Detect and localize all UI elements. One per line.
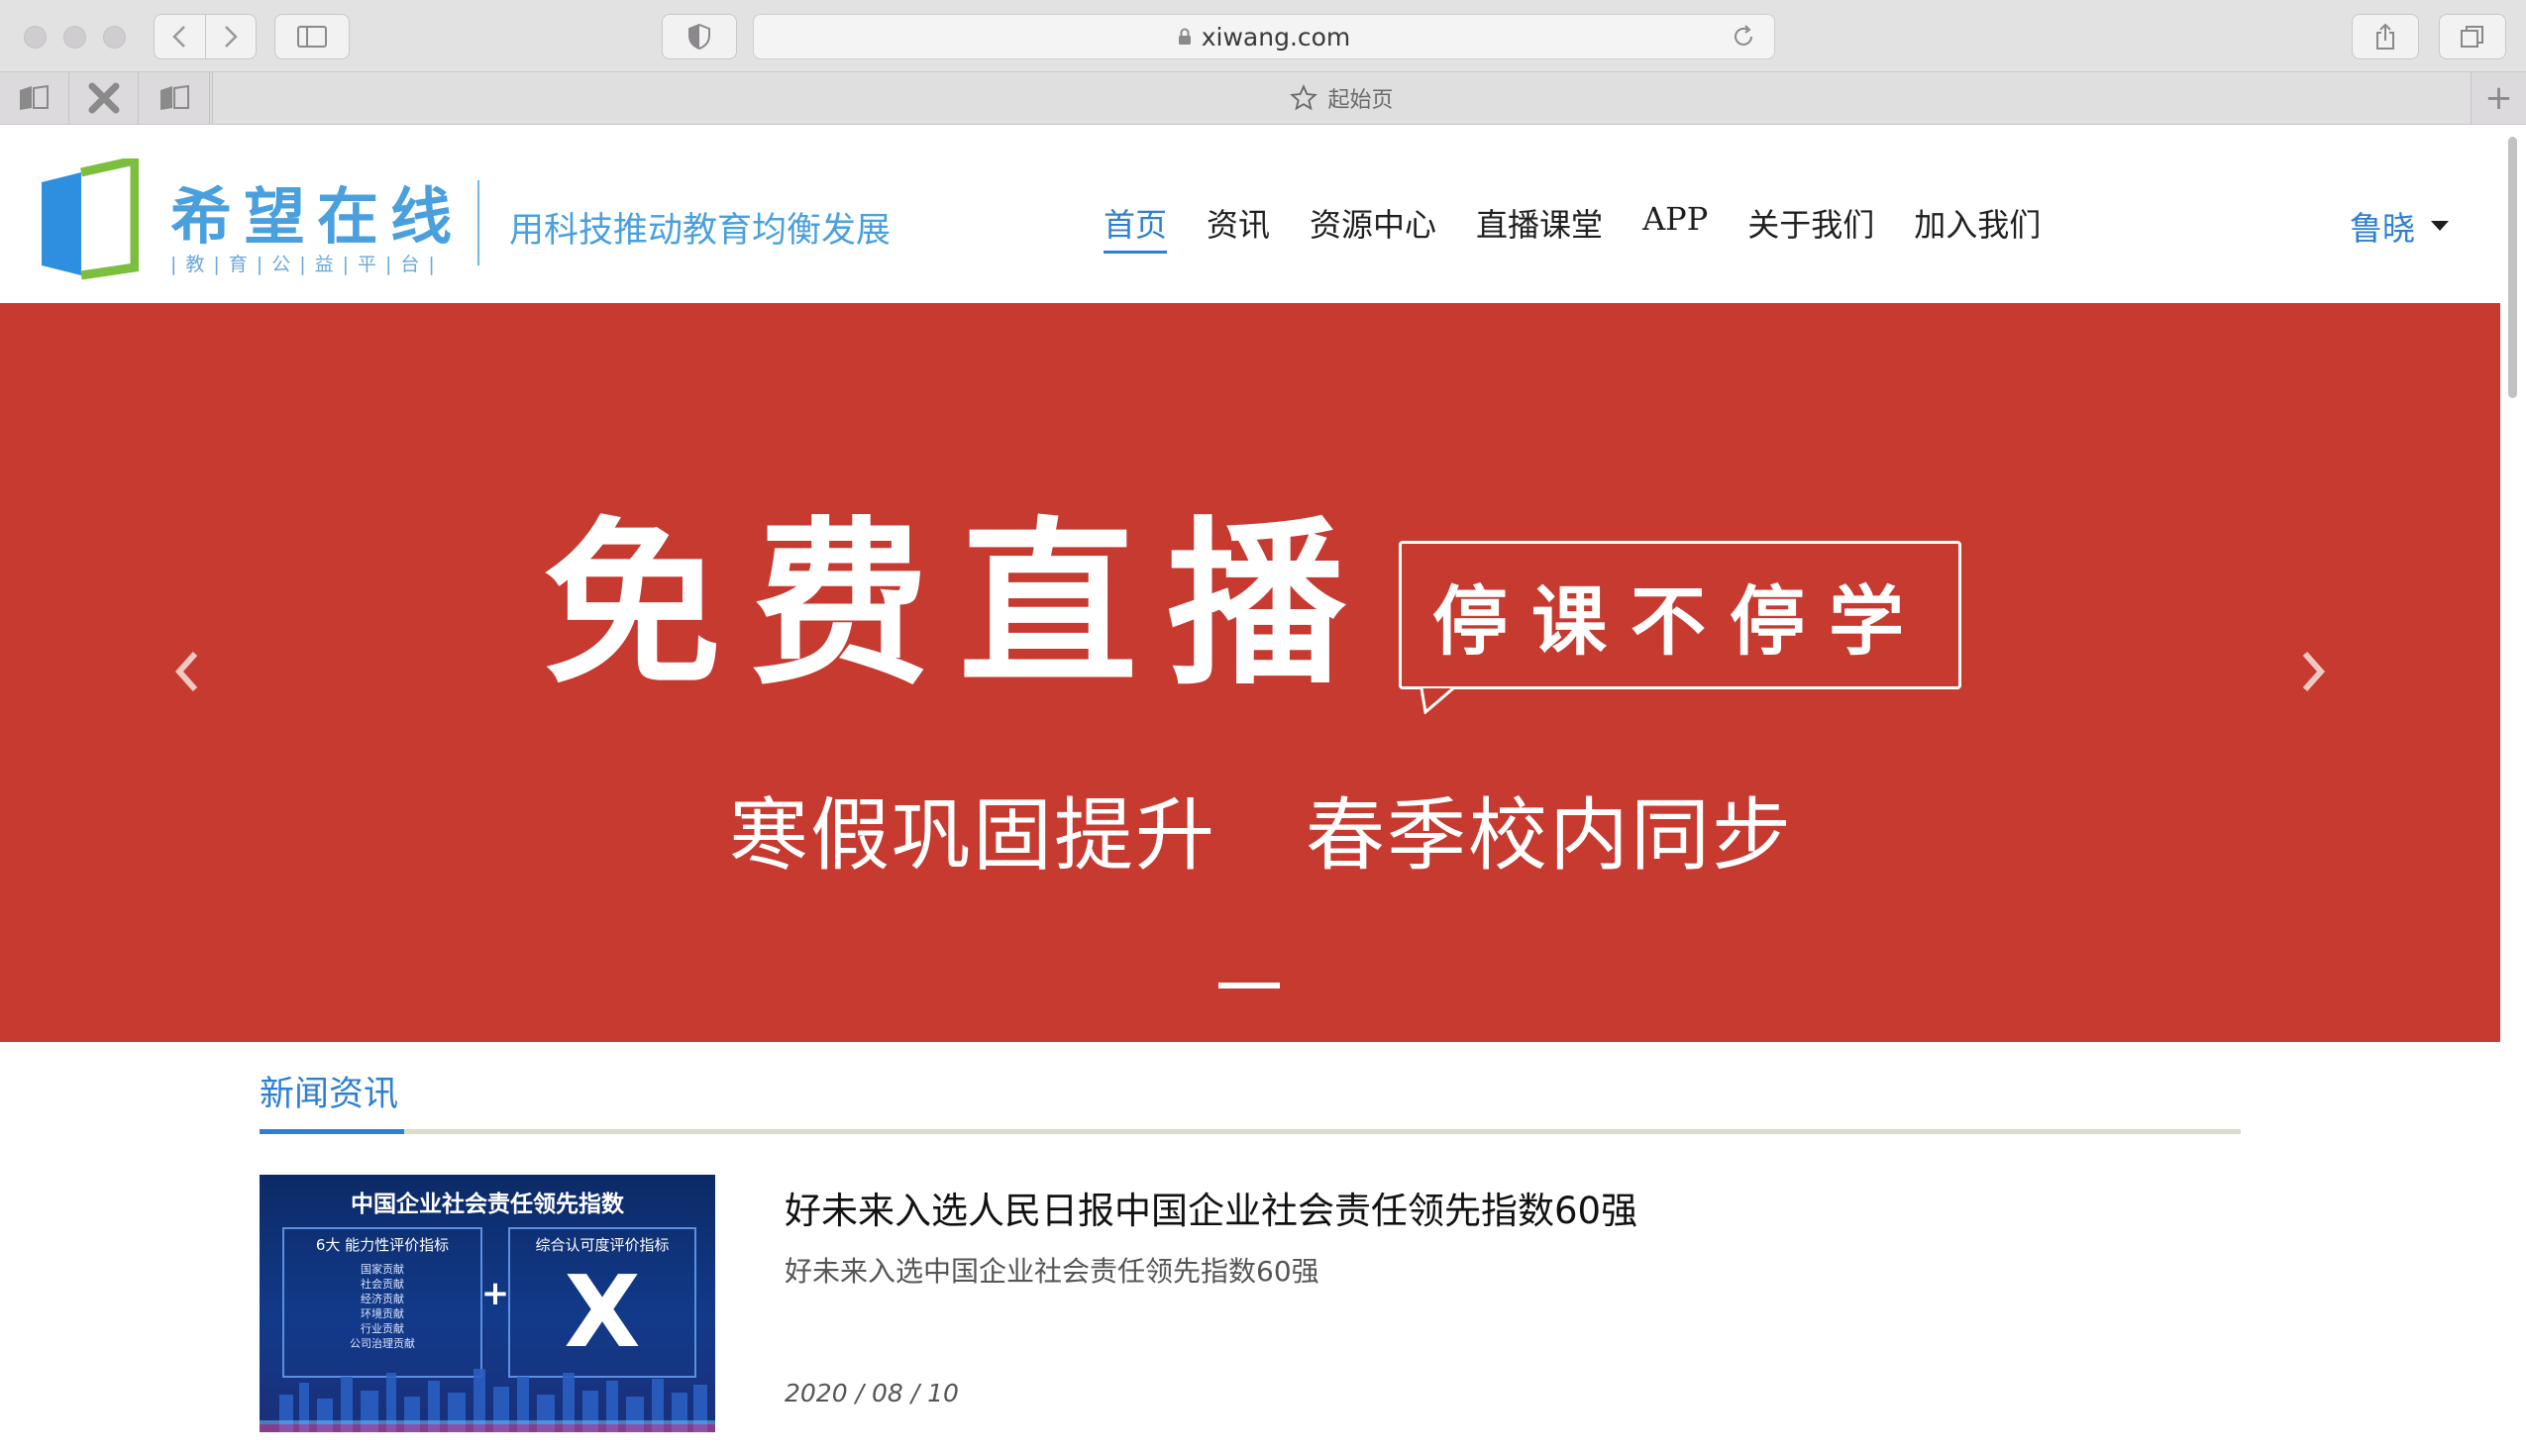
browser-toolbar: xiwang.com [0, 0, 2526, 72]
thumb-metric-item: 国家贡献 [361, 1263, 404, 1276]
x-logo-icon [88, 82, 119, 114]
back-button[interactable] [155, 15, 205, 58]
nav-live-classroom[interactable]: 直播课堂 [1476, 200, 1603, 254]
chevron-right-icon [2302, 652, 2326, 691]
shield-icon [688, 24, 710, 50]
user-menu[interactable]: 鲁晓 [2350, 202, 2449, 250]
chevron-right-icon [224, 26, 238, 48]
page-scrollbar[interactable] [2508, 137, 2517, 398]
share-button[interactable] [2352, 14, 2419, 59]
speech-bubble-text: 停课不停学 [1432, 577, 1928, 666]
thumb-metric-item: 社会贡献 [361, 1278, 404, 1291]
sidebar-icon [297, 26, 327, 48]
thumb-metric-item: 环境贡献 [361, 1307, 404, 1320]
thumb-metric-item: 经济贡献 [361, 1293, 404, 1305]
address-bar[interactable]: xiwang.com [753, 14, 1775, 59]
thumb-metric-item: 公司治理贡献 [350, 1337, 415, 1350]
news-item-title[interactable]: 好未来入选人民日报中国企业社会责任领先指数60强 [785, 1181, 1637, 1234]
pinned-tab-1[interactable] [0, 72, 69, 124]
star-icon [1290, 84, 1318, 111]
news-heading-rule [260, 1129, 2241, 1134]
main-nav: 首页 资讯 资源中心 直播课堂 APP 关于我们 加入我们 [1104, 200, 2080, 254]
thumb-headline: 中国企业社会责任领先指数 [351, 1192, 624, 1217]
banner-next-button[interactable] [2294, 644, 2334, 699]
news-heading[interactable]: 新闻资讯 [260, 1066, 398, 1116]
banner-subtitle-right: 春季校内同步 [1306, 789, 1793, 882]
history-nav [154, 14, 257, 59]
news-thumbnail[interactable]: 中国企业社会责任领先指数 6大 能力性评价指标 国家贡献 社会贡献 经济贡献 环… [260, 1175, 715, 1432]
logo-book-icon[interactable] [40, 158, 139, 281]
nav-app[interactable]: APP [1642, 200, 1708, 254]
nav-join-us[interactable]: 加入我们 [1914, 200, 2041, 254]
site-slogan: 用科技推动教育均衡发展 [509, 211, 892, 251]
logo-title[interactable]: 希望在线 [170, 166, 464, 256]
minimize-window-button[interactable] [63, 26, 86, 49]
thumb-left-box-title: 6大 能力性评价指标 [315, 1236, 450, 1254]
banner-title: 免费直播 [543, 502, 1376, 709]
pinned-tab-2[interactable] [69, 72, 139, 124]
reload-icon[interactable] [1731, 24, 1756, 55]
news-item-summary: 好未来入选中国企业社会责任领先指数60强 [785, 1255, 1319, 1288]
lock-icon [1178, 28, 1192, 46]
address-text: xiwang.com [1201, 22, 1351, 52]
thumb-metric-item: 行业贡献 [361, 1322, 404, 1335]
user-name: 鲁晓 [2350, 209, 2415, 248]
close-window-button[interactable] [24, 26, 47, 49]
thumb-left-box-items: 国家贡献 社会贡献 经济贡献 环境贡献 行业贡献 公司治理贡献 [283, 1262, 481, 1351]
hero-banner[interactable]: 免费直播 停课不停学 寒假巩固提升 春季校内同步 [0, 303, 2500, 1042]
tab-overview-button[interactable] [2439, 14, 2506, 59]
banner-prev-button[interactable] [166, 644, 206, 699]
active-tab[interactable]: 起始页 [212, 72, 2471, 124]
carousel-indicator[interactable] [1218, 983, 1280, 988]
privacy-shield-button[interactable] [662, 14, 737, 59]
chevron-left-icon [172, 26, 186, 48]
share-icon [2376, 23, 2394, 50]
nav-about-us[interactable]: 关于我们 [1747, 200, 1874, 254]
caret-down-icon [2431, 221, 2449, 231]
active-tab-title: 起始页 [1327, 88, 1394, 113]
forward-button[interactable] [205, 15, 256, 58]
nav-resource-center[interactable]: 资源中心 [1310, 200, 1436, 254]
site-header: 希望在线 |教|育|公|益|平|台| 用科技推动教育均衡发展 首页 资讯 资源中… [0, 125, 2500, 303]
nav-news[interactable]: 资讯 [1207, 200, 1270, 254]
speech-tail-icon [1420, 688, 1454, 714]
logo-divider [477, 180, 479, 265]
new-tab-button[interactable]: + [2471, 72, 2526, 124]
book-icon [159, 84, 189, 110]
thumb-right-box-mark: X [564, 1254, 641, 1370]
book-icon [19, 84, 49, 110]
news-item-date: 2020 / 08 / 10 [785, 1379, 959, 1407]
thumb-right-box-title: 综合认可度评价指标 [535, 1236, 670, 1254]
zoom-window-button[interactable] [103, 26, 126, 49]
nav-home[interactable]: 首页 [1104, 200, 1168, 254]
news-heading-underline [260, 1129, 404, 1134]
tabs-overview-icon [2461, 26, 2483, 48]
logo-subtitle: |教|育|公|益|平|台| [170, 254, 444, 275]
speech-bubble: 停课不停学 [1399, 541, 1961, 714]
sidebar-toggle-button[interactable] [274, 14, 350, 59]
thumb-plus: + [480, 1274, 510, 1313]
tab-bar: 起始页 + [0, 72, 2526, 125]
pinned-tab-3[interactable] [141, 72, 210, 124]
chevron-left-icon [174, 652, 198, 691]
banner-subtitle-left: 寒假巩固提升 [729, 789, 1216, 882]
